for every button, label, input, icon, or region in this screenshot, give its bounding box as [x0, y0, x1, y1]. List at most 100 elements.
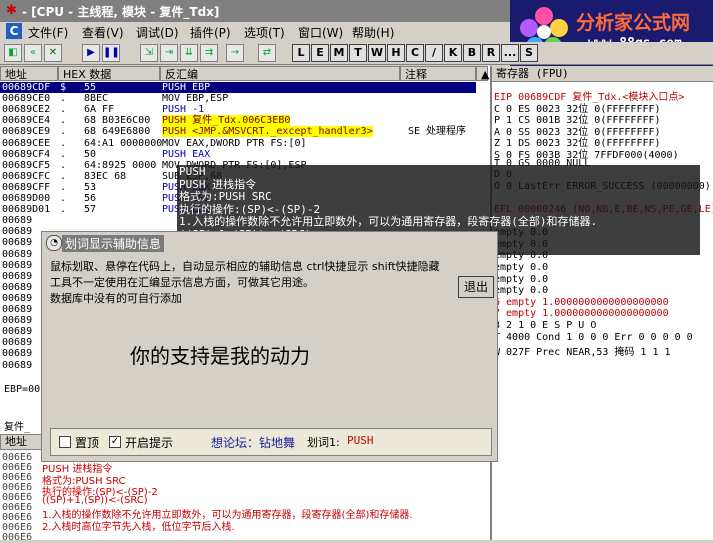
disasm-instruction: PUSH 复件_Tdx.006C3EB0 — [162, 115, 291, 127]
col-header-disasm[interactable]: 反汇编 — [160, 66, 400, 81]
menu-file[interactable]: 文件(F) — [28, 24, 68, 41]
toolbar-threads-button[interactable]: T — [349, 44, 367, 62]
disasm-address: 00689CF4 — [2, 148, 51, 160]
disasm-row[interactable]: 00689CF4. 50 PUSH EAX — [0, 149, 476, 160]
disasm-hex: 50 — [84, 148, 97, 160]
registers-pane: 寄存器 (FPU) EIP 00689CDF 复件_Tdx.<模块入口点> C 0… — [492, 66, 713, 540]
disasm-hex: 64:8925 0000 — [84, 159, 157, 171]
topmost-checkbox[interactable] — [59, 436, 71, 448]
menu-view[interactable]: 查看(V) — [82, 24, 124, 41]
disasm-hex: 53 — [84, 181, 97, 193]
toolbar-source-button[interactable]: S — [520, 44, 538, 62]
app-icon: ✱ — [6, 3, 17, 18]
disasm-marker: . — [60, 115, 67, 127]
register-line: 3 2 1 0 E S P U O — [494, 320, 597, 331]
toolbar-runtrace-button[interactable]: ... — [501, 44, 519, 62]
trace-into-icon[interactable]: ⇊ — [180, 44, 198, 62]
forum-link[interactable]: 想论坛：钻地舞 — [211, 434, 295, 451]
toolbar-references-button[interactable]: R — [482, 44, 500, 62]
col-header-hex[interactable]: HEX 数据 — [58, 66, 160, 81]
toolbar-modules-button[interactable]: E — [311, 44, 329, 62]
dump-address[interactable]: 006E6 — [2, 532, 32, 543]
tooltip-line: PUSH — [179, 165, 206, 178]
toolbar-callstack-button[interactable]: K — [444, 44, 462, 62]
disasm-instruction: PUSH EBP — [162, 82, 211, 93]
disasm-address: 00689 — [2, 304, 33, 315]
disasm-instruction: PUSH EAX — [162, 148, 211, 160]
menu-options[interactable]: 选项(T) — [244, 24, 285, 41]
goto-icon[interactable]: ⇄ — [258, 44, 276, 62]
register-line: 7 empty 1.0000000000000000000 — [494, 308, 669, 320]
menu-help[interactable]: 帮助(H) — [352, 24, 394, 41]
exit-button[interactable]: 退出 — [458, 276, 494, 298]
menu-debug[interactable]: 调试(D) — [136, 24, 179, 41]
word-label: 划词1: — [307, 436, 340, 449]
register-line: W 027F Prec NEAR,53 掩码 1 1 1 — [494, 347, 671, 359]
trace-over-icon[interactable]: ⇉ — [200, 44, 218, 62]
disasm-address: 00689CE2 — [2, 104, 51, 116]
toolbar-log-button[interactable]: L — [292, 44, 310, 62]
disasm-address: 00689 — [2, 292, 33, 304]
disasm-marker: . — [60, 93, 67, 105]
disasm-hex: 8BEC — [84, 93, 109, 105]
disasm-address: 00689 — [2, 359, 33, 371]
disasm-address: 00689CFC — [2, 170, 51, 182]
open-icon[interactable]: ◧ — [4, 44, 22, 62]
disasm-address: 00689 — [2, 315, 33, 327]
register-line: 6 empty 1.0000000000000000000 — [494, 296, 669, 308]
disasm-row[interactable]: 00689CDF $55 PUSH EBP — [0, 82, 476, 93]
logo-brand: 分析家公式网 — [576, 12, 691, 34]
disasm-hex: 55 — [84, 82, 97, 93]
col-header-address[interactable]: 地址 — [0, 66, 58, 81]
helper-title: 划词显示辅助信息 — [62, 235, 165, 252]
disasm-row[interactable]: 00689CE0. 8BEC MOV EBP,ESP — [0, 93, 476, 104]
disasm-address: 00689 — [2, 348, 33, 360]
toolbar-breakpoints-button[interactable]: B — [463, 44, 481, 62]
col-header-comment[interactable]: 注释 — [400, 66, 476, 81]
tips-checkbox[interactable]: ✓ — [109, 436, 121, 448]
disasm-address: 00689 — [2, 226, 33, 238]
disasm-marker: . — [60, 159, 67, 171]
cpu-c-icon[interactable]: C — [6, 23, 22, 39]
disasm-instruction: MOV EAX,DWORD PTR FS:[0] — [162, 137, 307, 149]
pause-icon[interactable]: ❚❚ — [102, 44, 120, 62]
disasm-address: 00689CDF — [2, 82, 51, 93]
step-into-icon[interactable]: ⇲ — [140, 44, 158, 62]
disasm-hex: 64:A1 0000000 — [84, 137, 163, 149]
helper-caption[interactable]: ◔ 划词显示辅助信息 — [42, 232, 497, 252]
rewind-icon[interactable]: « — [24, 44, 42, 62]
disasm-instruction: MOV EBP,ESP — [162, 93, 229, 105]
toolbar-patches-button[interactable]: / — [425, 44, 443, 62]
run-icon[interactable]: ▶ — [82, 44, 100, 62]
disasm-address: 00689CE4 — [2, 115, 51, 127]
dump-file-label: 复件_ — [4, 422, 31, 433]
disasm-row[interactable]: 00689CE2. 6A FF PUSH -1 — [0, 104, 476, 115]
registers-header[interactable]: 寄存器 (FPU) — [492, 66, 713, 82]
helper-desc-line-3: 数据库中没有的可自行添加 — [50, 292, 182, 305]
menu-window[interactable]: 窗口(W) — [298, 24, 343, 41]
disasm-address: 00689CE0 — [2, 93, 51, 105]
disasm-row[interactable]: 00689CEE. 64:A1 0000000 MOV EAX,DWORD PTR … — [0, 138, 476, 149]
helper-options-bar: 置顶 ✓ 开启提示 想论坛：钻地舞 划词1: PUSH — [50, 428, 492, 456]
toolbar-handles-button[interactable]: H — [387, 44, 405, 62]
disasm-marker: . — [60, 104, 67, 116]
close-icon[interactable]: ✕ — [44, 44, 62, 62]
disasm-row[interactable]: 00689CE9. 68 649E6800 PUSH <JMP.&MSVCRT._e… — [0, 126, 476, 138]
execute-till-return-icon[interactable]: → — [226, 44, 244, 62]
step-over-icon[interactable]: ⇥ — [160, 44, 178, 62]
toolbar-memory-button[interactable]: M — [330, 44, 348, 62]
dump-address-header[interactable]: 地址 — [0, 434, 44, 450]
disasm-marker: $ — [60, 82, 67, 93]
disasm-marker: . — [60, 148, 67, 160]
menu-plugins[interactable]: 插件(P) — [190, 24, 231, 41]
scroll-up-arrow-icon[interactable]: ▲ — [476, 66, 489, 81]
disasm-marker: . — [60, 204, 67, 216]
toolbar-windows-button[interactable]: W — [368, 44, 386, 62]
disasm-address: 00689 — [2, 270, 33, 282]
register-line: T 4000 Cond 1 0 0 0 Err 0 0 0 0 0 — [494, 331, 693, 343]
toolbar: ◧ « ✕ ▶ ❚❚ ⇲ ⇥ ⇊ ⇉ → ⇄ L E M T W H C / K… — [0, 42, 713, 65]
toolbar-cpu-button[interactable]: C — [406, 44, 424, 62]
disasm-row[interactable]: 00689CE4. 68 B03E6C00 PUSH 复件_Tdx.006C3EB0 — [0, 115, 476, 127]
register-line: empty 0.0 — [494, 273, 549, 285]
disasm-hex: 83EC 68 — [84, 170, 127, 182]
